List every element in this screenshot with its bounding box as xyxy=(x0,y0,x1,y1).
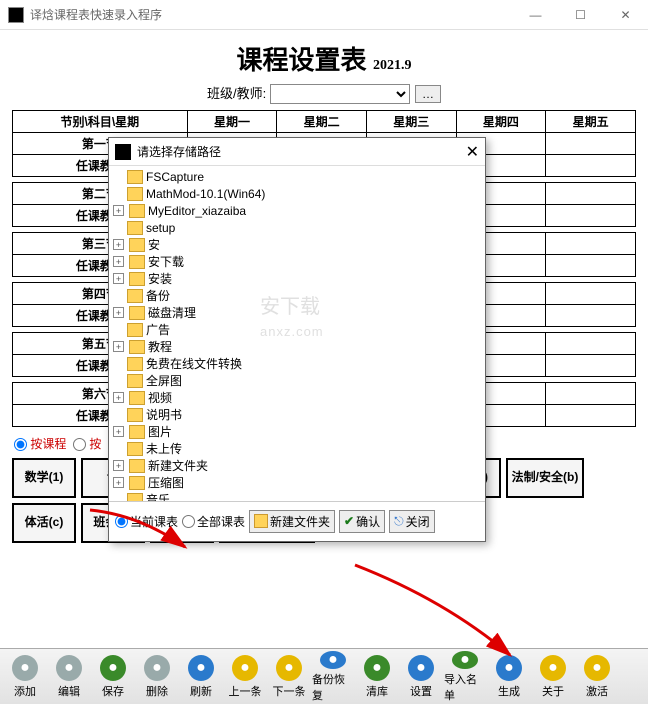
window-title: 译焓课程表快速录入程序 xyxy=(30,6,162,23)
toolbar-下一条[interactable]: ●下一条 xyxy=(268,652,310,702)
class-teacher-label: 班级/教师: xyxy=(207,86,266,101)
minimize-button[interactable]: — xyxy=(513,0,558,30)
browse-button[interactable]: … xyxy=(415,85,441,103)
subject-button[interactable]: 数学(1) xyxy=(12,458,76,498)
tree-item[interactable]: +视频 xyxy=(113,389,481,406)
table-header: 星期一 xyxy=(187,110,277,132)
table-header: 星期三 xyxy=(366,110,456,132)
tree-item[interactable]: 未上传 xyxy=(113,440,481,457)
toolbar-添加[interactable]: ●添加 xyxy=(4,652,46,702)
maximize-button[interactable]: ☐ xyxy=(558,0,603,30)
app-icon xyxy=(8,7,24,23)
new-folder-button[interactable]: 新建文件夹 xyxy=(249,510,335,533)
save-path-dialog: 请选择存储路径 ✕ FSCaptureMathMod-10.1(Win64)+M… xyxy=(108,137,486,542)
toolbar-导入名单[interactable]: ●导入名单 xyxy=(444,652,486,702)
class-teacher-select[interactable] xyxy=(270,84,410,104)
subject-button[interactable]: 体活(c) xyxy=(12,503,76,543)
toolbar-备份恢复[interactable]: ●备份恢复 xyxy=(312,652,354,702)
bottom-toolbar: ●添加●编辑●保存●删除●刷新●上一条●下一条●备份恢复●清库●设置●导入名单●… xyxy=(0,648,648,704)
tree-item[interactable]: +安 xyxy=(113,236,481,253)
tree-item[interactable]: FSCapture xyxy=(113,168,481,185)
dialog-close-button2[interactable]: ⎋关闭 xyxy=(389,510,435,533)
tree-item[interactable]: +磁盘清理 xyxy=(113,304,481,321)
dialog-title: 请选择存储路径 xyxy=(137,143,221,160)
table-header: 星期四 xyxy=(456,110,546,132)
toolbar-编辑[interactable]: ●编辑 xyxy=(48,652,90,702)
radio-by-course[interactable]: 按课程 xyxy=(14,437,66,451)
tree-item[interactable]: 全屏图 xyxy=(113,372,481,389)
close-button[interactable]: ✕ xyxy=(603,0,648,30)
table-header: 星期二 xyxy=(277,110,367,132)
toolbar-设置[interactable]: ●设置 xyxy=(400,652,442,702)
tree-item[interactable]: 说明书 xyxy=(113,406,481,423)
tree-item[interactable]: +安装 xyxy=(113,270,481,287)
toolbar-删除[interactable]: ●删除 xyxy=(136,652,178,702)
radio-by-other[interactable]: 按 xyxy=(73,437,101,451)
tree-item[interactable]: 免费在线文件转换 xyxy=(113,355,481,372)
toolbar-刷新[interactable]: ●刷新 xyxy=(180,652,222,702)
table-header: 节别\科目\星期 xyxy=(13,110,188,132)
window-titlebar: 译焓课程表快速录入程序 — ☐ ✕ xyxy=(0,0,648,30)
subject-button[interactable]: 法制/安全(b) xyxy=(506,458,585,498)
tree-item[interactable]: setup xyxy=(113,219,481,236)
radio-all-schedules[interactable]: 全部课表 xyxy=(182,513,245,530)
toolbar-关于[interactable]: ●关于 xyxy=(532,652,574,702)
page-title: 课程设置表 2021.9 xyxy=(12,40,636,77)
tree-item[interactable]: +MyEditor_xiazaiba xyxy=(113,202,481,219)
toolbar-激活[interactable]: ●激活 xyxy=(576,652,618,702)
tree-item[interactable]: +新建文件夹 xyxy=(113,457,481,474)
toolbar-上一条[interactable]: ●上一条 xyxy=(224,652,266,702)
toolbar-保存[interactable]: ●保存 xyxy=(92,652,134,702)
tree-item[interactable]: +安下载 xyxy=(113,253,481,270)
tree-item[interactable]: +教程 xyxy=(113,338,481,355)
folder-tree[interactable]: FSCaptureMathMod-10.1(Win64)+MyEditor_xi… xyxy=(113,168,481,502)
tree-item[interactable]: MathMod-10.1(Win64) xyxy=(113,185,481,202)
tree-item[interactable]: +图片 xyxy=(113,423,481,440)
tree-item[interactable]: 音乐 xyxy=(113,491,481,502)
dialog-icon xyxy=(115,144,131,160)
tree-item[interactable]: +压缩图 xyxy=(113,474,481,491)
radio-current-schedule[interactable]: 当前课表 xyxy=(115,513,178,530)
table-header: 星期五 xyxy=(546,110,636,132)
toolbar-清库[interactable]: ●清库 xyxy=(356,652,398,702)
toolbar-生成[interactable]: ●生成 xyxy=(488,652,530,702)
dialog-close-button[interactable]: ✕ xyxy=(466,142,479,162)
tree-item[interactable]: 广告 xyxy=(113,321,481,338)
confirm-button[interactable]: ✔确认 xyxy=(339,510,385,533)
tree-item[interactable]: 备份 xyxy=(113,287,481,304)
